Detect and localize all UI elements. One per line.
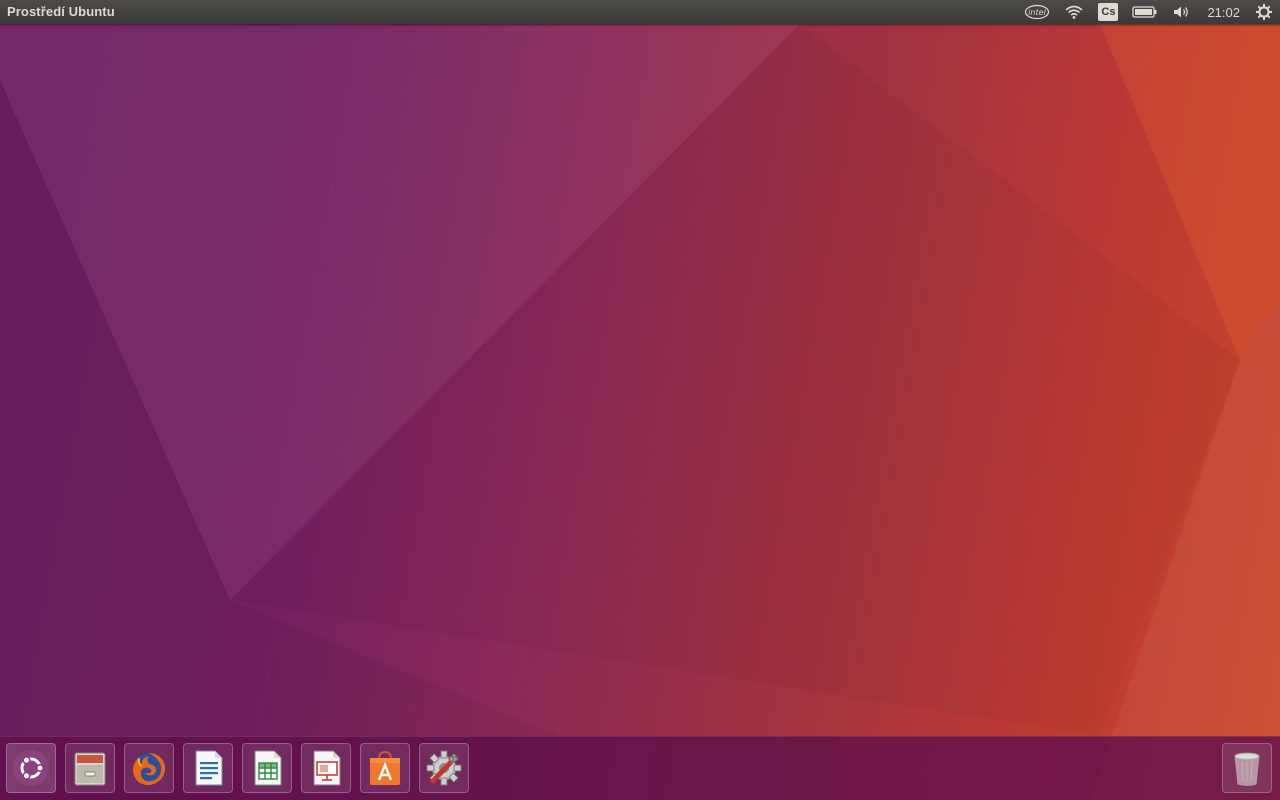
battery-icon[interactable] — [1125, 0, 1165, 24]
libreoffice-writer-launcher-button[interactable] — [183, 743, 233, 793]
volume-icon[interactable] — [1165, 0, 1199, 24]
keyboard-layout-label: Cs — [1098, 3, 1119, 21]
wallpaper-facets — [0, 24, 1280, 800]
ubuntu-software-launcher-button[interactable] — [360, 743, 410, 793]
file-cabinet-icon — [74, 752, 106, 786]
libreoffice-calc-launcher-button[interactable] — [242, 743, 292, 793]
firefox-icon — [133, 753, 166, 785]
desktop-screen: Prostředí Ubuntu intel Cs 21:02 — [0, 0, 1280, 800]
writer-document-icon — [195, 750, 223, 786]
trash-icon — [1234, 752, 1260, 786]
top-panel: Prostředí Ubuntu intel Cs 21:02 — [0, 0, 1280, 24]
files-launcher-button[interactable] — [65, 743, 115, 793]
keyboard-layout-indicator[interactable]: Cs — [1091, 0, 1125, 24]
firefox-launcher-button[interactable] — [124, 743, 174, 793]
launcher-dock — [0, 736, 1280, 800]
settings-wrench-gear-icon — [426, 750, 462, 786]
calc-spreadsheet-icon — [254, 750, 282, 786]
indicator-area: intel Cs 21:02 — [1017, 0, 1280, 24]
impress-presentation-icon — [313, 750, 341, 786]
svg-text:intel: intel — [1029, 8, 1047, 17]
session-gear-icon[interactable] — [1248, 0, 1280, 24]
trash-launcher-button[interactable] — [1222, 743, 1272, 793]
wifi-icon[interactable] — [1057, 0, 1091, 24]
window-title: Prostředí Ubuntu — [7, 4, 115, 19]
intel-icon[interactable]: intel — [1017, 0, 1057, 24]
system-settings-launcher-button[interactable] — [419, 743, 469, 793]
clock[interactable]: 21:02 — [1199, 0, 1248, 24]
dash-home-button[interactable] — [6, 743, 56, 793]
libreoffice-impress-launcher-button[interactable] — [301, 743, 351, 793]
ubuntu-logo-icon — [13, 750, 49, 786]
desktop-wallpaper[interactable] — [0, 0, 1280, 800]
software-store-icon — [370, 750, 400, 785]
